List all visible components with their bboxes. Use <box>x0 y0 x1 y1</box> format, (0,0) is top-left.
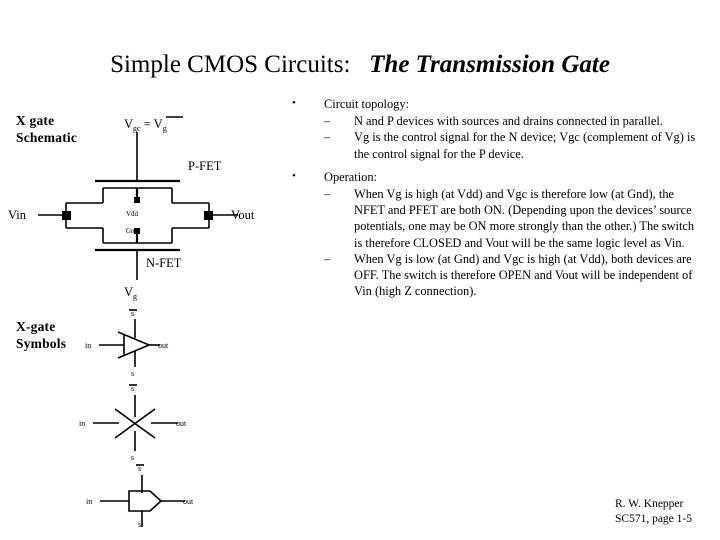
xgate-symbol-cross: s in out s <box>79 384 187 462</box>
vgc-equals: = <box>141 117 154 131</box>
slide-body-text: • Circuit topology: – N and P devices wi… <box>288 96 700 299</box>
xgate-symbol-triangle: s in out s <box>85 309 169 378</box>
nfet-label: N-FET <box>146 256 182 270</box>
bullet-operation-label: Operation: <box>324 169 377 184</box>
pfet-label: P-FET <box>188 159 222 173</box>
vin-label: Vin <box>8 208 27 222</box>
bullet-icon: • <box>292 169 296 182</box>
vg-sub: g <box>133 292 137 301</box>
pentagon-body <box>128 490 163 512</box>
triangle-edge-upper <box>117 331 150 346</box>
sub-bullet-topology-2-label: Vg is the control signal for the N devic… <box>354 130 696 161</box>
dash-icon: – <box>324 130 331 145</box>
vout-label: Vout <box>231 208 255 222</box>
vg-label: Vg <box>124 285 137 301</box>
bullet-topology: • Circuit topology: <box>288 96 700 112</box>
triangle-out-label: out <box>158 341 169 350</box>
page-title-plain: Simple CMOS Circuits: <box>110 51 351 78</box>
pentagon-in-label: in <box>86 497 92 506</box>
slide-footer: R. W. Knepper SC571, page 1-5 <box>615 497 692 526</box>
bullet-topology-label: Circuit topology: <box>324 97 410 111</box>
dash-icon: – <box>324 114 331 129</box>
sub-bullet-operation-2: – When Vg is low (at Gnd) and Vgc is hig… <box>324 251 700 300</box>
transmission-gate-schematic: Vgc = Vg P-FET N-FET Vg Vdd Gnd Vin Vout <box>8 116 255 301</box>
xgate-symbol-pentagon: s in out s <box>86 464 194 529</box>
page-title-italic: The Transmission Gate <box>369 51 610 78</box>
vgbar-base: V <box>154 117 163 131</box>
pentagon-out-label: out <box>183 497 194 506</box>
sub-bullet-operation-1-label: When Vg is high (at Vdd) and Vgc is ther… <box>354 187 695 250</box>
cross-bottom-ctrl-label: s <box>131 453 134 462</box>
xgate-symbols-group: s in out s s in out s s in out s <box>79 309 194 529</box>
vg-base: V <box>124 285 133 299</box>
cross-in-label: in <box>79 419 85 428</box>
sub-bullet-topology-1-label: N and P devices with sources and drains … <box>354 114 663 129</box>
vgbar-sub: g <box>163 124 167 133</box>
sub-bullet-topology-2: – Vg is the control signal for the N dev… <box>324 129 700 161</box>
vdd-label: Vdd <box>126 210 139 218</box>
cross-out-label: out <box>176 419 187 428</box>
bullet-operation: • Operation: <box>288 169 700 185</box>
triangle-bottom-ctrl-label: s <box>131 369 134 378</box>
footer-author: R. W. Knepper <box>615 498 684 510</box>
page-title: Simple CMOS Circuits: The Transmission G… <box>0 50 720 80</box>
dash-icon: – <box>324 251 331 266</box>
triangle-in-label: in <box>85 341 91 350</box>
footer-course: SC571, page 1-5 <box>615 512 692 525</box>
slide-canvas: Simple CMOS Circuits: The Transmission G… <box>0 0 720 540</box>
vgc-label: Vgc = Vg <box>124 117 167 133</box>
sub-bullet-topology-1: – N and P devices with sources and drain… <box>324 113 700 129</box>
dash-icon: – <box>324 187 331 202</box>
vdd-bulk-node <box>134 197 140 203</box>
bullet-icon: • <box>292 97 296 109</box>
pentagon-bottom-ctrl-label: s <box>138 520 141 529</box>
triangle-edge-lower <box>117 344 150 359</box>
sub-bullet-operation-1: – When Vg is high (at Vdd) and Vgc is th… <box>324 186 700 251</box>
vgc-base: V <box>124 117 133 131</box>
sub-bullet-operation-2-label: When Vg is low (at Gnd) and Vgc is high … <box>354 251 693 299</box>
vin-node <box>62 211 71 220</box>
